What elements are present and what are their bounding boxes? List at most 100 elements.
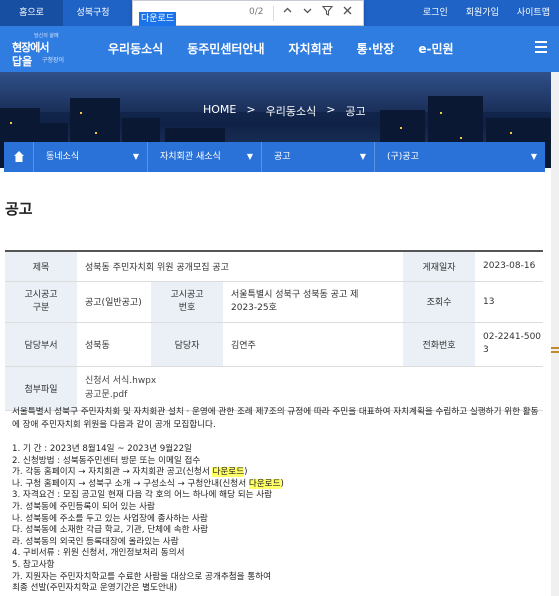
notice-line-text: 가. 각동 홈페이지 → 자치회관 → 자치회관 공고(신청서 (12, 467, 213, 478)
subnav-home-button[interactable] (4, 142, 34, 172)
breadcrumb-level1[interactable]: 우리동소식 (266, 103, 317, 119)
number-label: 고시공고 번호 (151, 281, 223, 323)
hero-light (510, 132, 512, 134)
table-spacer (383, 281, 403, 323)
find-match-count: 0/2 (249, 7, 264, 17)
table-row: 첨부파일 신청서 서식.hwpx 공고문.pdf (5, 366, 543, 411)
site-logo[interactable]: 당신의 삶에 현장에서 답을 구청장이 (12, 29, 70, 69)
views-value: 13 (475, 281, 543, 323)
table-row: 고시공고 구분 공고(일반공고) 고시공고 번호 서울특별시 성북구 성북동 공… (5, 281, 543, 323)
phone-value: 02-2241-5003 (475, 322, 543, 367)
chevron-down-icon: ▼ (132, 152, 139, 161)
notice-line: 가. 성북동에 주민등록이 되어 있는 사람 (12, 501, 155, 512)
find-filter-icon[interactable] (319, 5, 335, 21)
subnav-item-label: 자치회관 새소식 (160, 152, 221, 162)
logo-text-3: 구청장이 (42, 57, 65, 64)
find-highlight: 다운로드 (248, 478, 281, 489)
notice-line: 4. 구비서류 : 위원 신청서, 개인정보처리 동의서 (12, 548, 185, 559)
notice-line: 1. 기 간 : 2023년 8월14일 ~ 2023년 9월22일 (12, 444, 192, 454)
breadcrumb-separator: > (326, 103, 336, 116)
nav-item-eservice[interactable]: e-민원 (418, 26, 453, 72)
top-right-links: 로그인 회원가입 사이트맵 (414, 0, 559, 26)
breadcrumb-home[interactable]: HOME (203, 103, 236, 119)
nav-item-hall[interactable]: 자치회관 (288, 26, 332, 72)
subnav-item-hall-news[interactable]: 자치회관 새소식 ▼ (148, 142, 262, 172)
subnav-item-label: 공고 (274, 152, 291, 162)
home-icon (14, 151, 24, 162)
find-divider (273, 6, 274, 21)
table-row: 제목 성북동 주민자치회 위원 공개모집 공고 게재일자 2023-08-16 (5, 251, 543, 282)
notice-intro: 서울특별시 성북구 주민자치회 및 자치회관 설치 · 운영에 관한 조례 제7… (12, 407, 539, 430)
notice-info-table: 제목 성북동 주민자치회 위원 공개모집 공고 게재일자 2023-08-16 … (5, 250, 543, 411)
sitemap-link[interactable]: 사이트맵 (508, 0, 559, 26)
hero-light (80, 112, 82, 114)
notice-line: 최종 선발(주민자치학교 운영기간은 별도안내) (12, 583, 178, 594)
nav-item-leaders[interactable]: 통·반장 (357, 26, 395, 72)
logo-text-top: 당신의 삶에 (34, 33, 59, 39)
type-value: 공고(일반공고) (77, 281, 151, 323)
notice-line: 라. 성북동의 외국인 등록대장에 올라있는 사람 (12, 536, 179, 547)
hamburger-menu-icon[interactable] (535, 41, 547, 55)
find-highlight: 다운로드 (212, 467, 245, 478)
person-label: 담당자 (151, 322, 223, 367)
subnav-item-news[interactable]: 동네소식 ▼ (34, 142, 148, 172)
notice-line: 가. 지원자는 주민자치학교를 수료한 사람을 대상으로 공개추첨을 통하여 (12, 571, 272, 582)
title-value: 성북동 주민자치회 위원 공개모집 공고 (77, 251, 403, 282)
nav-item-center[interactable]: 동주민센터안내 (187, 26, 264, 72)
hero-light (400, 127, 402, 129)
date-value: 2023-08-16 (475, 251, 543, 282)
find-query: 다운로드 (139, 12, 177, 27)
notice-line: 다. 성북동에 소재한 각급 학교, 기관, 단체에 속한 사람 (12, 525, 209, 536)
chevron-down-icon: ▼ (246, 152, 253, 161)
district-office-link[interactable]: 성북구청 (63, 0, 123, 26)
notice-line: 5. 참고사항 (12, 559, 55, 570)
sub-nav: 동네소식 ▼ 자치회관 새소식 ▼ 공고 ▼ (구)공고 ▼ (4, 142, 545, 172)
table-row: 담당부서 성북동 담당자 김연주 전화번호 02-2241-5003 (5, 322, 543, 367)
notice-line: 3. 자격요건 : 모집 공고일 현재 다음 각 호의 어느 하나에 해당 되는… (12, 490, 273, 501)
hero-light (440, 112, 442, 114)
views-label: 조회수 (403, 281, 475, 323)
dept-value: 성북동 (77, 322, 151, 367)
attachment-label: 첨부파일 (5, 366, 77, 411)
subnav-item-label: (구)공고 (387, 152, 419, 162)
notice-line-text: 나. 구청 홈페이지 → 성북구 소개 → 구성소식 → 구청안내(신청서 (12, 478, 249, 489)
find-close-icon[interactable] (339, 5, 355, 21)
title-label: 제목 (5, 251, 77, 282)
main-nav: 우리동소식 동주민센터안내 자치회관 통·반장 e-민원 (108, 26, 478, 72)
logo-text-2: 답을 (12, 55, 33, 68)
notice-line-text: ) (244, 467, 248, 478)
find-next-icon[interactable] (299, 5, 315, 21)
chevron-down-icon: ▼ (359, 152, 366, 161)
notice-line: 나. 성북동에 주소를 두고 있는 사업장에 종사하는 사람 (12, 513, 208, 524)
attachment-list: 신청서 서식.hwpx 공고문.pdf (77, 366, 543, 411)
type-label: 고시공고 구분 (5, 281, 77, 323)
notice-line: 가. 각동 홈페이지 → 자치회관 → 자치회관 공고(신청서 다운로드) (12, 467, 542, 479)
hero-light (10, 122, 12, 124)
notice-line: 2. 신청방법 : 성북동주민센터 방문 또는 이메일 접수 (12, 455, 201, 466)
subnav-item-old-notice[interactable]: (구)공고 ▼ (375, 142, 545, 172)
page-scrollbar[interactable] (551, 72, 559, 596)
attachment-link-pdf[interactable]: 공고문.pdf (85, 388, 543, 402)
phone-label: 전화번호 (403, 322, 475, 367)
attachment-link-form[interactable]: 신청서 서식.hwpx (85, 374, 543, 388)
chevron-down-icon: ▼ (530, 152, 537, 161)
subnav-item-notice[interactable]: 공고 ▼ (262, 142, 375, 172)
find-previous-icon[interactable] (279, 5, 295, 21)
breadcrumb: HOME > 우리동소식 > 공고 (203, 103, 376, 119)
find-input[interactable]: 다운로드 (139, 6, 177, 27)
subnav-item-label: 동네소식 (46, 152, 80, 162)
breadcrumb-level2[interactable]: 공고 (345, 103, 365, 119)
nav-item-news[interactable]: 우리동소식 (108, 26, 163, 72)
home-link[interactable]: 홈으로 (0, 0, 63, 26)
notice-line-text: ) (280, 478, 284, 489)
date-label: 게재일자 (403, 251, 475, 282)
join-link[interactable]: 회원가입 (457, 0, 508, 26)
scrollbar-marker[interactable] (551, 347, 559, 359)
login-link[interactable]: 로그인 (414, 0, 457, 26)
hero-light (460, 137, 462, 139)
top-left-links: 홈으로 성북구청 (0, 0, 123, 26)
person-value: 김연주 (223, 322, 403, 367)
site-header: 당신의 삶에 현장에서 답을 구청장이 우리동소식 동주민센터안내 자치회관 통… (0, 26, 559, 72)
breadcrumb-separator: > (246, 103, 256, 116)
number-value: 서울특별시 성북구 성북동 공고 제2023-25호 (223, 281, 383, 323)
